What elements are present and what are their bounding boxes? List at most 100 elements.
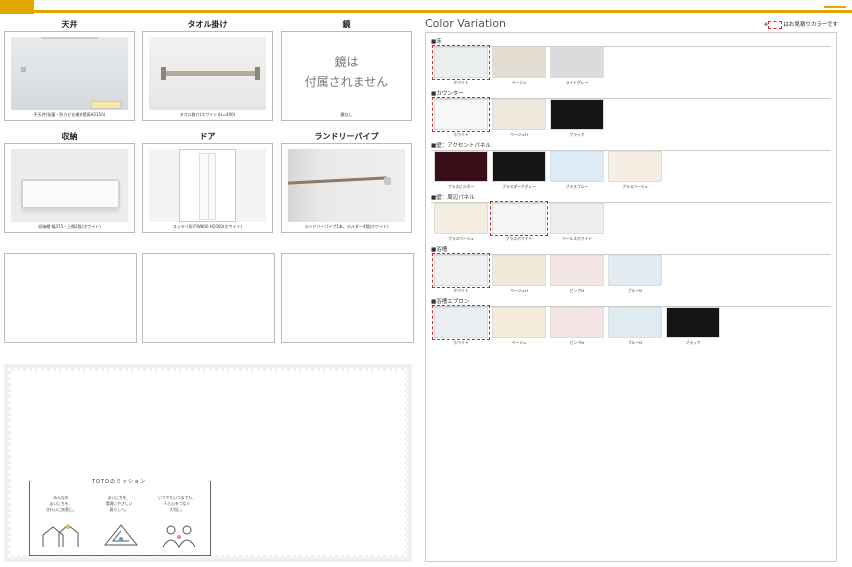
tree-icon — [103, 524, 139, 546]
color-swatch[interactable]: プラスブルー — [550, 151, 604, 190]
color-section-label: ■カウンター — [431, 90, 831, 99]
option-ceiling: 天井 平天井(抗菌・防カビ仕様)(壁高H2150) — [4, 19, 135, 121]
color-section: ■床 ホワイト ベージュ ライトグレー — [431, 38, 831, 88]
swatch-name: ベージュH — [510, 288, 528, 293]
swatch-chip — [608, 255, 662, 286]
swatch-chip — [492, 99, 546, 130]
color-variation-panel: ■床 ホワイト ベージュ ライトグレー ■カウンター ホワイト ベージュH ブラック ■壁：アク… — [425, 32, 837, 562]
ceiling-photo — [11, 37, 128, 110]
color-swatch[interactable]: ホワイト — [432, 305, 490, 346]
swatch-chip — [492, 307, 546, 338]
color-section: ■浴槽エプロン ホワイト ベージュ ピンクN ブルーN ブラック — [431, 298, 831, 348]
swatch-name: ホワイト — [453, 132, 469, 137]
laundry-pipe-photo — [287, 149, 405, 222]
color-swatch[interactable]: ブルーN — [608, 307, 662, 346]
color-swatch[interactable]: ペールスホワイト — [550, 203, 604, 242]
swatch-name: ピンクN — [569, 288, 585, 293]
swatch-chip — [608, 307, 662, 338]
header-corner-block — [0, 0, 34, 14]
toto-mission-panel: TOTOのミッション みんなの まいにちを、 きれいに快適に。 まいにちを、 環… — [4, 364, 412, 562]
swatch-name: プラスベージュ — [448, 236, 474, 241]
color-swatch[interactable]: プラスベージュ — [608, 151, 662, 190]
color-swatch[interactable]: プラスベージュ — [434, 203, 488, 242]
swatch-name: プラスホワイト — [505, 236, 533, 241]
color-swatch[interactable]: ブルーN — [608, 255, 662, 294]
swatch-name: ベージュ — [511, 80, 527, 85]
color-section: ■壁：周辺パネル プラスベージュ プラスホワイト ペールスホワイト — [431, 194, 831, 244]
color-swatch[interactable]: ベージュH — [492, 99, 546, 138]
swatch-name: プラスベージュ — [622, 184, 648, 189]
empty-option-box — [142, 253, 275, 343]
color-swatch[interactable]: プラスビルボー — [434, 151, 488, 190]
swatch-name: ピンクN — [569, 340, 585, 345]
color-swatch[interactable]: ホワイト — [432, 253, 490, 294]
swatch-chip — [492, 255, 546, 286]
top-header-bar — [0, 0, 852, 14]
towel-bar-photo — [149, 37, 266, 110]
swatch-name: ホワイト — [453, 288, 469, 293]
swatch-chip — [666, 307, 720, 338]
color-swatch[interactable]: ベージュ — [492, 47, 546, 86]
swatch-chip — [492, 47, 546, 78]
color-variation-title: Color Variation — [425, 17, 507, 30]
option-storage: 収納 収納棚 幅375・上側2段(ホワイト) — [4, 131, 135, 233]
color-swatch[interactable]: ライトグレー — [550, 47, 604, 86]
door-photo — [149, 149, 266, 222]
swatch-chip — [550, 307, 604, 338]
option-door: ドア スッキリ折戸W800 H2000(ホワイト) — [142, 131, 273, 233]
color-swatch[interactable]: ピンクN — [550, 307, 604, 346]
swatch-chip — [550, 47, 604, 78]
option-caption: 平天井(抗菌・防カビ仕様)(壁高H2150) — [33, 112, 106, 117]
swatch-chip — [492, 151, 546, 182]
color-section: ■カウンターホワイト ベージュH ブラック — [431, 90, 831, 140]
color-swatch[interactable]: プラスホワイト — [490, 201, 548, 242]
option-caption: 収納棚 幅375・上側2段(ホワイト) — [38, 224, 101, 229]
empty-option-box — [281, 253, 414, 343]
swatch-name: ペールスホワイト — [561, 236, 593, 241]
option-caption: タオル掛け(ホワイト)(L=400) — [179, 112, 236, 117]
color-swatch[interactable]: ホワイト — [432, 45, 490, 86]
color-swatch[interactable]: ブラック — [550, 99, 604, 138]
estimate-color-note: ※ はお見積りカラーです — [763, 20, 838, 29]
color-section: ■浴槽 ホワイト ベージュH ピンクN ブルーN — [431, 246, 831, 296]
swatch-name: ブラック — [569, 132, 585, 137]
color-swatch[interactable]: ベージュH — [492, 255, 546, 294]
color-swatch[interactable]: プラスダークグレー — [492, 151, 546, 190]
mirror-not-included-text: 鏡は 付属されません — [304, 55, 389, 89]
swatch-name: ベージュ — [511, 340, 527, 345]
swatch-chip — [608, 151, 662, 182]
house-icon — [42, 524, 79, 547]
option-heading: タオル掛け — [187, 20, 228, 29]
mission-text-3: いつでもいつまでも、 人と心をつなぐ 大切に。 — [158, 495, 196, 512]
color-section-label: ■床 — [431, 38, 831, 47]
swatch-name: プラスビルボー — [447, 184, 475, 189]
swatch-chip — [432, 45, 490, 80]
mission-text-1: みんなの まいにちを、 きれいに快適に。 — [45, 495, 77, 512]
option-towel-bar: タオル掛け タオル掛け(ホワイト)(L=400) — [142, 19, 273, 121]
empty-option-box — [4, 253, 137, 343]
option-heading: 収納 — [61, 132, 78, 141]
people-icon — [162, 525, 196, 549]
option-heading: ドア — [199, 132, 216, 141]
color-section: ■壁：アクセントパネルプラスビルボー プラスダークグレー プラスブルー プラスベージュ — [431, 142, 831, 192]
swatch-name: プラスダークグレー — [502, 184, 536, 189]
swatch-chip — [550, 151, 604, 182]
color-swatch[interactable]: ピンクN — [550, 255, 604, 294]
swatch-chip — [432, 253, 490, 288]
option-caption: 鏡なし — [340, 112, 353, 117]
header-mark — [824, 0, 846, 8]
option-heading: 天井 — [61, 20, 78, 29]
option-laundry-pipe: ランドリーパイプ ランドリーパイプ1本、ホルダー4個(ホワイト) — [281, 131, 412, 233]
swatch-name: ブルーN — [627, 288, 643, 293]
swatch-chip — [550, 255, 604, 286]
header-rule — [34, 10, 852, 13]
color-section-label: ■壁：アクセントパネル — [431, 142, 831, 151]
option-heading: ランドリーパイプ — [314, 132, 379, 141]
color-swatch[interactable]: ベージュ — [492, 307, 546, 346]
option-heading: 鏡 — [342, 20, 351, 29]
swatch-name: ホワイト — [453, 340, 469, 345]
swatch-name: ブラック — [685, 340, 701, 345]
color-swatch[interactable]: ブラック — [666, 307, 720, 346]
swatch-name: プラスブルー — [565, 184, 589, 189]
color-swatch[interactable]: ホワイト — [432, 97, 490, 138]
